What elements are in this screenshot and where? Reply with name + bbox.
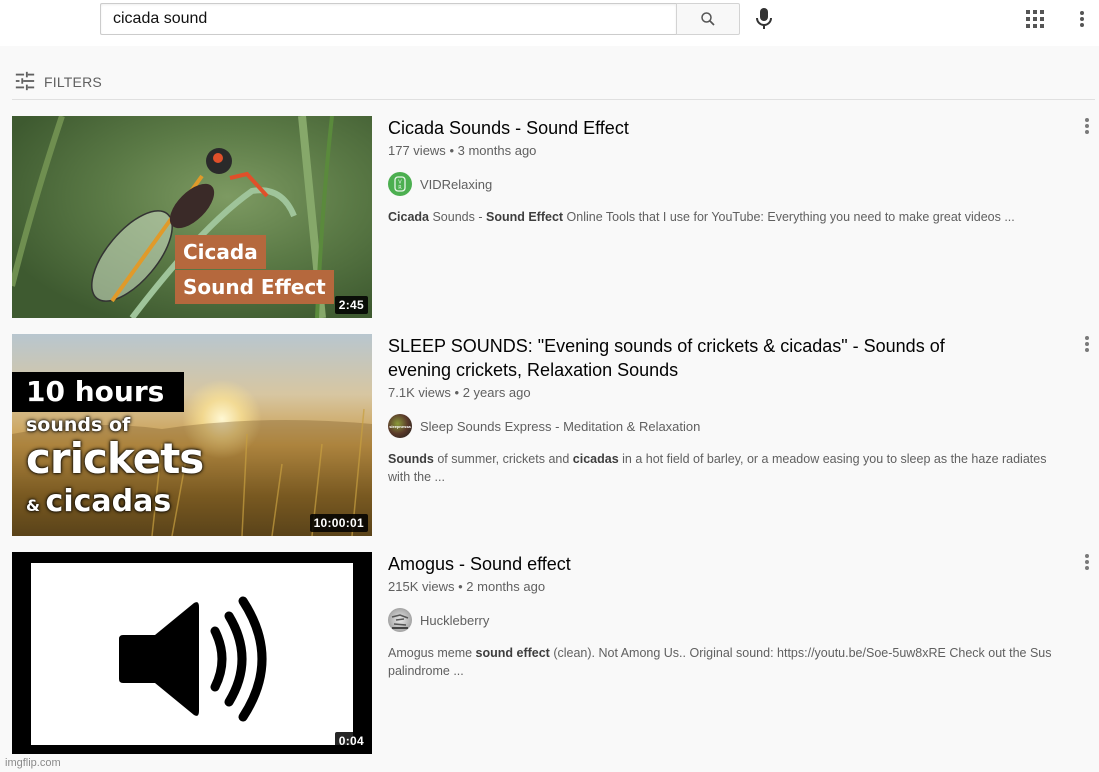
video-action-menu-button[interactable]	[1080, 552, 1094, 572]
filters-label: FILTERS	[44, 74, 102, 90]
filters-button[interactable]: FILTERS	[12, 68, 1095, 100]
search-icon	[701, 12, 715, 26]
description-text: Sounds -	[429, 210, 486, 224]
channel-link[interactable]: sleepnessa Sleep Sounds Express - Medita…	[388, 414, 1068, 438]
video-duration: 0:04	[334, 732, 368, 750]
meta-separator: •	[449, 143, 454, 158]
more-vert-icon	[1080, 11, 1084, 27]
video-description: Amogus meme sound effect (clean). Not Am…	[388, 644, 1068, 680]
video-result: Cicada Sound Effect 2:45 Cicada Sounds -…	[12, 116, 1099, 318]
channel-link[interactable]: Huckleberry	[388, 608, 1068, 632]
meta-separator: •	[454, 385, 460, 400]
channel-name: Huckleberry	[420, 612, 490, 628]
channel-name: VIDRelaxing	[420, 176, 493, 192]
description-highlight: Sound Effect	[485, 210, 564, 224]
video-title[interactable]: SLEEP SOUNDS: "Evening sounds of cricket…	[388, 334, 1008, 382]
video-meta: 215K views • 2 months ago	[388, 578, 1068, 596]
channel-avatar	[388, 608, 412, 632]
video-duration: 2:45	[334, 296, 368, 314]
search-box	[100, 3, 740, 35]
video-action-menu-button[interactable]	[1080, 334, 1094, 354]
video-title[interactable]: Amogus - Sound effect	[388, 552, 1068, 576]
video-description: Sounds of summer, crickets and cicadas i…	[388, 450, 1068, 486]
watermark: imgflip.com	[5, 757, 61, 769]
video-info: Cicada Sounds - Sound Effect 177 views •…	[388, 116, 1068, 226]
description-highlight: sound effect	[475, 646, 550, 660]
video-action-menu-button[interactable]	[1080, 116, 1094, 136]
voice-search-button[interactable]	[752, 6, 776, 32]
thumbnail-caption-line: sounds of	[26, 414, 131, 436]
video-thumbnail[interactable]: Cicada Sound Effect 2:45	[12, 116, 372, 318]
channel-link[interactable]: VR VIDRelaxing	[388, 172, 1068, 196]
search-button[interactable]	[676, 3, 740, 35]
thumbnail-caption-line: Sound Effect	[175, 270, 334, 304]
description-highlight: Cicada	[388, 210, 429, 224]
speaker-volume-icon	[119, 596, 267, 722]
video-title[interactable]: Cicada Sounds - Sound Effect	[388, 116, 1068, 140]
thumbnail-caption-line: 10 hours	[12, 372, 184, 412]
video-result: 0:04 Amogus - Sound effect 215K views • …	[12, 552, 1099, 754]
channel-avatar: sleepnessa	[388, 414, 412, 438]
description-highlight: Sounds	[388, 452, 434, 466]
caption-word: cicadas	[45, 484, 172, 519]
microphone-icon	[756, 8, 772, 29]
channel-avatar: VR	[388, 172, 412, 196]
apps-button[interactable]	[1024, 8, 1046, 30]
upload-age: 2 months ago	[466, 579, 546, 594]
upload-age: 3 months ago	[457, 143, 537, 158]
view-count: 177 views	[388, 143, 446, 158]
thumbnail-white-panel	[31, 563, 353, 745]
description-text: Amogus meme	[388, 646, 476, 660]
ampersand: &	[26, 496, 40, 515]
video-result: 10 hours sounds of crickets & cicadas 10…	[12, 334, 1099, 536]
video-thumbnail[interactable]: 10 hours sounds of crickets & cicadas 10…	[12, 334, 372, 536]
top-bar	[0, 0, 1099, 46]
apps-grid-icon	[1026, 10, 1044, 28]
view-count: 215K views	[388, 579, 455, 594]
video-duration: 10:00:01	[309, 514, 368, 532]
video-meta: 7.1K views • 2 years ago	[388, 384, 1068, 402]
search-input[interactable]	[100, 3, 676, 35]
video-info: Amogus - Sound effect 215K views • 2 mon…	[388, 552, 1068, 680]
video-meta: 177 views • 3 months ago	[388, 142, 1068, 160]
thumbnail-caption-line: crickets	[26, 434, 204, 483]
avatar-text: sleepnessa	[389, 423, 411, 429]
video-thumbnail[interactable]: 0:04	[12, 552, 372, 754]
tree-silhouette-icon	[391, 614, 409, 629]
video-info: SLEEP SOUNDS: "Evening sounds of cricket…	[388, 334, 1068, 486]
svg-text:R: R	[398, 185, 402, 191]
description-highlight: cicadas	[572, 452, 619, 466]
settings-more-button[interactable]	[1072, 8, 1092, 30]
video-description: Cicada Sounds - Sound Effect Online Tool…	[388, 208, 1068, 226]
thumbnail-caption-line: & cicadas	[26, 484, 171, 519]
meta-separator: •	[458, 579, 463, 594]
description-text: of summer, crickets and	[433, 452, 573, 466]
upload-age: 2 years ago	[462, 385, 531, 400]
thumbnail-caption-line: Cicada	[175, 235, 266, 269]
channel-name: Sleep Sounds Express - Meditation & Rela…	[420, 418, 701, 434]
filters-sliders-icon	[15, 71, 35, 91]
view-count: 7.1K views	[388, 385, 451, 400]
vr-logo-icon: VR	[394, 176, 406, 192]
description-text: Online Tools that I use for YouTube: Eve…	[563, 210, 1015, 224]
